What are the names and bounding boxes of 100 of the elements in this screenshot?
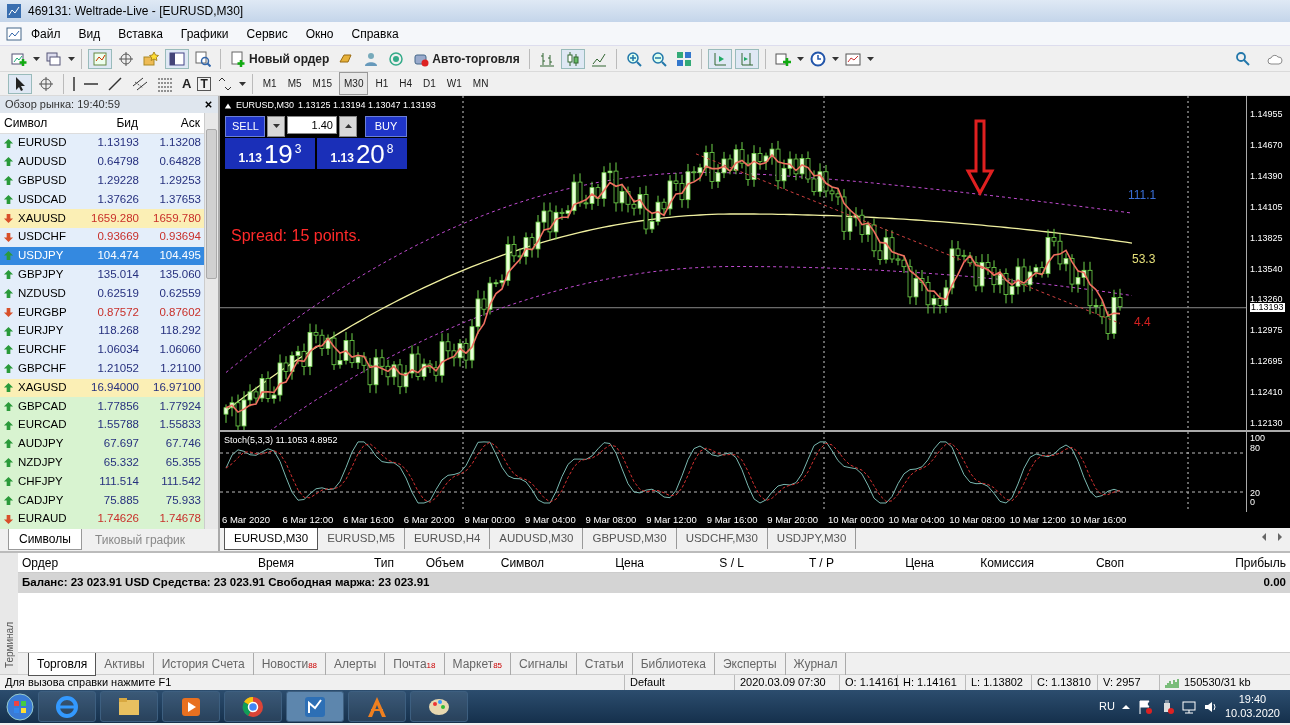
price-small-digit: 3 [294,140,302,158]
chart-tab[interactable]: EURUSD,H4 [404,528,491,550]
time-label: 9 Mar 08:00 [585,512,638,527]
column-header[interactable]: Символ [468,553,548,572]
timeframe-button[interactable]: H1 [371,73,393,94]
symbol-name: AUDJPY [18,436,64,452]
autotrading-button[interactable]: Авто-торговля [410,49,523,68]
language-indicator[interactable]: RU [1099,698,1115,715]
clock-time: 19:40 [1238,693,1267,707]
ask-price: 0.93694 [158,229,202,245]
symbol-row[interactable]: EURUSD 1.13193 1.13208 [0,134,204,153]
ask-price: 111.542 [160,473,202,489]
column-header[interactable]: Тип [298,553,398,572]
column-header[interactable]: Объем [398,553,468,572]
price-label: 1.12975 [1250,326,1283,336]
symbol-name: XAUUSD [18,210,66,226]
price-label: 1.12695 [1250,357,1283,367]
time-label: 9 Mar 16:00 [706,512,759,527]
timeframe-button[interactable]: H4 [395,73,417,94]
column-header[interactable]: Цена [838,553,938,572]
column-header[interactable]: Своп [1038,553,1128,572]
symbol-row[interactable]: EURJPY 118.268 118.292 [0,322,204,341]
symbol-row[interactable]: EURCAD 1.55788 1.55833 [0,416,204,435]
symbol-row[interactable]: USDCHF 0.93669 0.93694 [0,228,204,247]
bid-price: 1.74626 [96,511,140,527]
unread-count: 18 [426,661,436,670]
ask-price: 1.37653 [158,191,202,207]
column-header[interactable]: S / L [648,553,748,572]
sell-button[interactable]: SELL [225,116,265,137]
timeframe-button[interactable]: M1 [258,73,281,94]
ask-price: 104.495 [158,248,202,264]
chart-tab[interactable]: EURUSD,M30 [224,528,319,551]
column-header[interactable]: Символ [0,114,80,133]
bid-price: 1.77856 [96,398,140,414]
ask-price: 135.060 [158,267,202,283]
timeframe-button[interactable]: W1 [442,73,466,94]
symbol-row[interactable]: EURAUD 1.74626 1.74678 [0,510,204,529]
symbol-name: XAGUSD [18,379,67,395]
bid-price: 118.268 [97,323,140,339]
chart-tab[interactable]: EURUSD,M5 [318,528,405,550]
timeframe-button[interactable]: D1 [419,73,440,94]
price-label: 1.13825 [1250,233,1283,243]
ask-price: 1659.780 [152,210,202,226]
text-tool-button[interactable]: A [179,76,195,91]
symbol-name: NZDUSD [18,285,66,301]
menu-item[interactable]: Окно [296,22,343,45]
timeframe-button[interactable]: MN [468,73,493,94]
symbol-name: EURJPY [18,323,64,339]
column-header[interactable]: Прибыль [1128,553,1290,572]
bid-price: 16.94000 [90,379,140,395]
bid-price: 111.514 [98,473,140,489]
ask-price: 0.87602 [158,304,202,320]
symbol-name: GBPUSD [18,173,67,189]
price-label: 1.14670 [1250,140,1283,150]
terminal-tab[interactable]: Торговля [28,653,97,676]
ask-price: 16.97100 [152,379,202,395]
chart-tab[interactable]: USDJPY,M30 [767,528,857,550]
symbol-row[interactable]: AUDUSD 0.64798 0.64828 [0,153,204,172]
lot-field[interactable]: 1.40 [287,116,337,134]
label-tool-button[interactable]: T [197,76,211,91]
symbol-name: EURCHF [18,342,66,358]
chart-tab[interactable]: USDCHF,M30 [676,528,768,550]
column-header[interactable]: Аск [142,114,204,133]
price-label: 1.14955 [1250,110,1283,119]
new-order-button[interactable]: Новый ордер [227,49,333,68]
column-header[interactable]: Комиссия [938,553,1038,572]
column-header[interactable]: T / P [748,553,838,572]
column-header[interactable]: Ордер [18,553,148,572]
bid-price: 1.21052 [96,361,140,377]
clock-date: 10.03.2020 [1224,706,1280,720]
symbol-name: EURGBP [18,304,67,320]
chart-tab[interactable]: GBPUSD,M30 [583,528,677,550]
spread-label: Spread: 15 points. [231,226,361,246]
symbol-row[interactable]: GBPCAD 1.77856 1.77924 [0,397,204,417]
level-label: 53.3 [1132,251,1156,268]
menu-item[interactable]: Справка [342,22,408,45]
timeframe-button[interactable]: M15 [308,73,336,94]
symbol-name: AUDUSD [18,154,67,170]
symbol-name: USDJPY [18,248,64,264]
bid-price: 1.13193 [96,135,140,151]
menu-item[interactable]: Сервис [237,22,297,45]
menu-item[interactable]: Файл [22,22,70,45]
price-big-digits: 20 [355,140,385,167]
timeframe-button[interactable]: M30 [339,72,369,95]
menu-item[interactable]: Графики [171,22,238,45]
symbol-row[interactable]: EURGBP 0.87572 0.87602 [0,303,204,323]
symbol-name: USDCAD [18,191,67,207]
column-header[interactable]: Бид [80,114,142,133]
symbol-row[interactable]: XAUUSD 1659.280 1659.780 [0,209,204,229]
panel-tab[interactable]: Символы [8,529,82,550]
menu-item[interactable]: Вид [69,22,110,45]
time-label: 6 Mar 12:00 [282,512,335,527]
column-header[interactable]: Цена [548,553,648,572]
symbol-name: GBPCAD [18,398,67,414]
menu-item[interactable]: Вставка [109,22,172,45]
timeframe-button[interactable]: M5 [283,73,306,94]
chart-tab[interactable]: AUDUSD,M30 [490,528,584,550]
symbol-row[interactable]: CADJPY 75.885 75.933 [0,491,204,511]
buy-button[interactable]: BUY [365,116,407,137]
column-header[interactable]: Время [148,553,298,572]
